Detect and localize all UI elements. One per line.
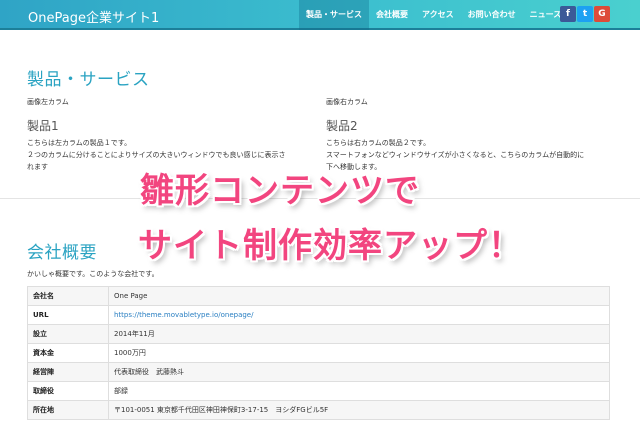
left-column-caption: 画像左カラム (27, 98, 69, 106)
table-row: 設立 2014年11月 (27, 324, 610, 344)
row-value: 2014年11月 (108, 324, 610, 344)
row-value: https://theme.movabletype.io/onepage/ (108, 305, 610, 325)
product1-line: こちらは左カラムの製品１です。 (27, 139, 132, 147)
table-row: URL https://theme.movabletype.io/onepage… (27, 305, 610, 325)
company-url-link[interactable]: https://theme.movabletype.io/onepage/ (114, 311, 253, 319)
table-row: 資本金 1000万円 (27, 343, 610, 363)
row-value: 〒101-0051 東京都千代田区神田神保町3-17-15 ヨシダFGビル5F (108, 400, 610, 420)
row-key: 取締役 (27, 381, 109, 401)
row-key: 資本金 (27, 343, 109, 363)
product1-heading: 製品1 (27, 119, 59, 133)
company-intro: かいしゃ概要です。このような会社です。 (27, 270, 159, 278)
nav-item-company[interactable]: 会社概要 (369, 0, 415, 30)
facebook-icon[interactable]: f (560, 6, 576, 22)
row-key: 会社名 (27, 286, 109, 306)
product2-heading: 製品2 (326, 119, 358, 133)
navbar: OnePage企業サイト1 製品・サービス 会社概要 アクセス お問い合わせ ニ… (0, 0, 640, 30)
product1-line: れます (27, 163, 48, 171)
product2-line: こちらは右カラムの製品２です。 (326, 139, 431, 147)
nav-menu: 製品・サービス 会社概要 アクセス お問い合わせ ニュース (299, 0, 568, 30)
product1-line: ２つのカラムに分けることによりサイズの大きいウィンドウでも良い感じに表示さ (27, 151, 286, 159)
promo-overlay-line1: 雛形コンテンツで (140, 171, 420, 211)
row-key: 所在地 (27, 400, 109, 420)
promo-overlay-line2: サイト制作効率アップ！ (138, 226, 523, 266)
row-key: URL (27, 305, 109, 325)
google-plus-icon[interactable]: G (594, 6, 610, 22)
product2-line: スマートフォンなどウィンドウサイズが小さくなると、こちらのカラムが自動的に (326, 151, 585, 159)
table-row: 取締役 部録 (27, 381, 610, 401)
table-row: 会社名 One Page (27, 286, 610, 306)
row-value: 代表取締役 武藤熱斗 (108, 362, 610, 382)
nav-item-products[interactable]: 製品・サービス (299, 0, 369, 30)
row-value: 部録 (108, 381, 610, 401)
company-title: 会社概要 (27, 243, 97, 263)
row-value: One Page (108, 286, 610, 306)
table-row: 所在地 〒101-0051 東京都千代田区神田神保町3-17-15 ヨシダFGビ… (27, 400, 610, 420)
nav-item-contact[interactable]: お問い合わせ (461, 0, 523, 30)
site-brand[interactable]: OnePage企業サイト1 (28, 7, 159, 26)
company-table: 会社名 One Page URL https://theme.movablety… (27, 286, 610, 420)
row-key: 経営陣 (27, 362, 109, 382)
twitter-icon[interactable]: t (577, 6, 593, 22)
nav-item-access[interactable]: アクセス (415, 0, 461, 30)
products-title: 製品・サービス (27, 70, 150, 90)
row-key: 設立 (27, 324, 109, 344)
row-value: 1000万円 (108, 343, 610, 363)
table-row: 経営陣 代表取締役 武藤熱斗 (27, 362, 610, 382)
right-column-caption: 画像右カラム (326, 98, 368, 106)
